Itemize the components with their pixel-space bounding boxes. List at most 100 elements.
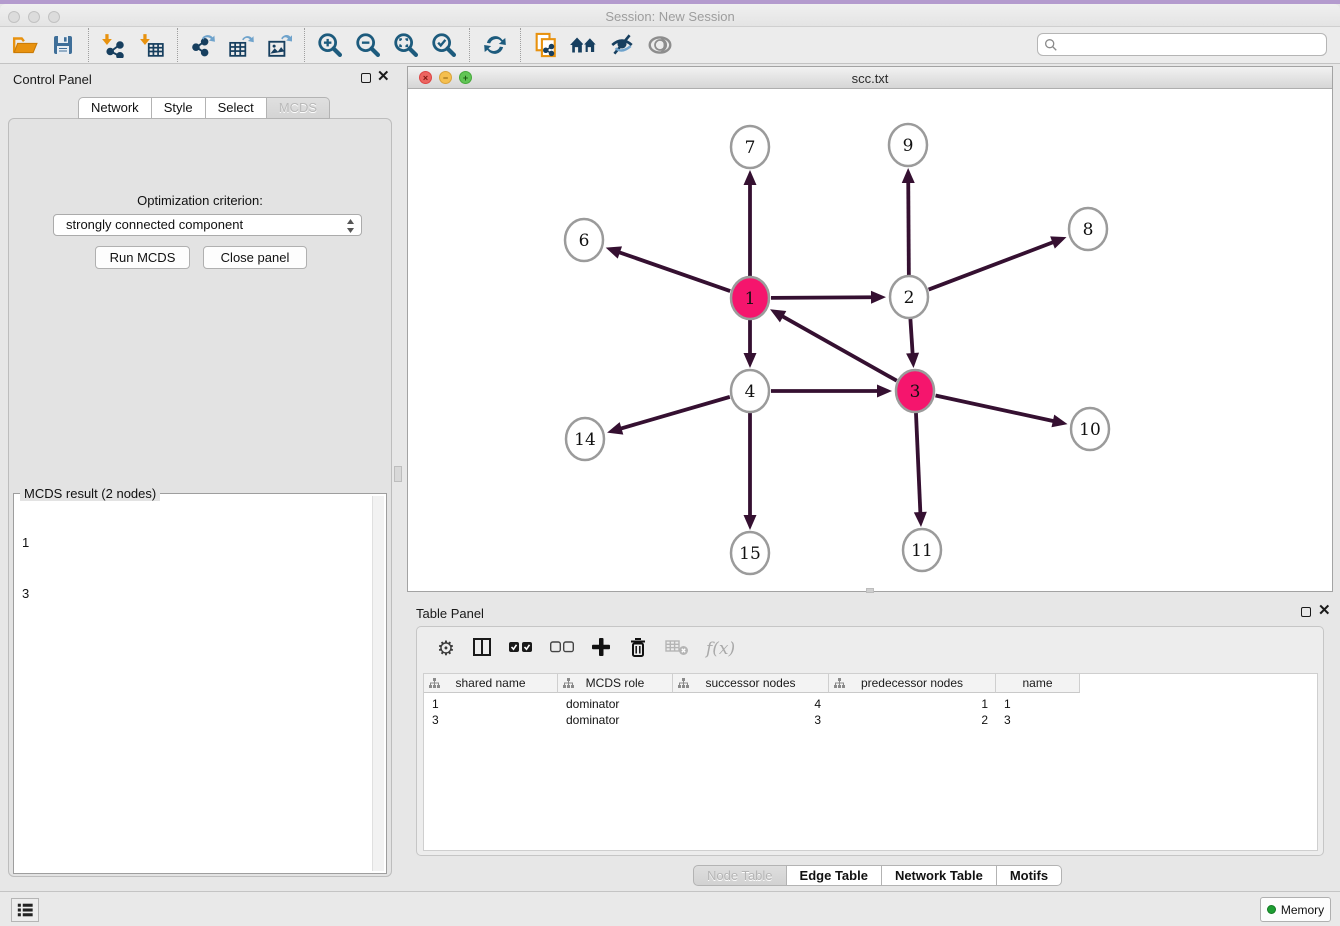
search-input[interactable]: [1058, 36, 1326, 54]
network-canvas[interactable]: 7 9 6 8 1 2 4 3 14 10 15 11: [408, 89, 1332, 591]
tab-node-table[interactable]: Node Table: [693, 865, 787, 886]
table-row[interactable]: 3 dominator 3 2 3: [424, 712, 1080, 728]
open-session-button[interactable]: [6, 29, 44, 61]
graph-edge-2-9[interactable]: [908, 181, 909, 276]
cell-successor-nodes[interactable]: 4: [673, 696, 829, 712]
float-table-panel-icon[interactable]: [1301, 607, 1311, 617]
column-type-icon: [678, 678, 689, 689]
cell-shared-name[interactable]: 3: [424, 712, 558, 728]
apply-function-button[interactable]: f(x): [706, 639, 735, 659]
column-header-successor-nodes[interactable]: successor nodes: [673, 674, 829, 693]
cell-mcds-role[interactable]: dominator: [558, 696, 673, 712]
export-image-button[interactable]: [260, 29, 298, 61]
tab-network-table[interactable]: Network Table: [882, 865, 997, 886]
criterion-dropdown[interactable]: strongly connected component: [53, 214, 362, 236]
graph-edge-1-6[interactable]: [618, 252, 730, 291]
graph-node-10[interactable]: 10: [1071, 408, 1109, 450]
refresh-layout-button[interactable]: [476, 29, 514, 61]
graph-node-1[interactable]: 1: [731, 277, 769, 319]
zoom-selected-button[interactable]: [425, 29, 463, 61]
cell-predecessor-nodes[interactable]: 2: [829, 712, 996, 728]
home-icon: [569, 32, 599, 58]
zoom-in-button[interactable]: [311, 29, 349, 61]
graph-node-11[interactable]: 11: [903, 529, 941, 571]
graph-edge-3-11[interactable]: [916, 412, 920, 514]
graph-node-2[interactable]: 2: [890, 276, 928, 318]
edge-arrowhead: [1050, 236, 1066, 248]
add-column-button[interactable]: [591, 637, 611, 662]
graph-node-3[interactable]: 3: [896, 370, 934, 412]
graph-node-6[interactable]: 6: [565, 219, 603, 261]
run-mcds-button[interactable]: Run MCDS: [95, 246, 190, 269]
graph-edge-2-8[interactable]: [929, 242, 1055, 290]
save-session-button[interactable]: [44, 29, 82, 61]
tab-mcds[interactable]: MCDS: [267, 97, 330, 119]
graph-edge-2-3[interactable]: [910, 318, 912, 355]
search-box[interactable]: [1037, 33, 1327, 56]
node-label: 3: [910, 382, 921, 402]
graph-node-14[interactable]: 14: [566, 418, 604, 460]
network-titlebar[interactable]: × − + scc.txt: [408, 67, 1332, 89]
control-panel-tabs: Network Style Select MCDS: [78, 97, 330, 119]
cell-name[interactable]: 3: [996, 712, 1080, 728]
tab-motifs[interactable]: Motifs: [997, 865, 1062, 886]
split-columns-button[interactable]: [472, 637, 492, 662]
plus-icon: [591, 637, 611, 657]
graph-node-4[interactable]: 4: [731, 370, 769, 412]
tab-select[interactable]: Select: [206, 97, 267, 119]
node-label: 9: [903, 136, 914, 156]
column-header-mcds-role[interactable]: MCDS role: [558, 674, 673, 693]
delete-columns-button[interactable]: [628, 636, 648, 663]
deselect-all-columns-button[interactable]: [550, 640, 574, 658]
column-header-predecessor-nodes[interactable]: predecessor nodes: [829, 674, 996, 693]
show-graphics-details-button[interactable]: [641, 29, 679, 61]
export-network-button[interactable]: [184, 29, 222, 61]
hide-graphics-details-button[interactable]: [603, 29, 641, 61]
status-bar: Memory: [0, 891, 1340, 926]
close-table-panel-icon[interactable]: ✕: [1318, 601, 1331, 619]
zoom-fit-button[interactable]: [387, 29, 425, 61]
panel-splitter-handle[interactable]: [394, 466, 402, 482]
node-label: 4: [745, 382, 756, 402]
result-scrollbar[interactable]: [372, 496, 384, 871]
table-row[interactable]: 1 dominator 4 1 1: [424, 696, 1080, 712]
export-table-button[interactable]: [222, 29, 260, 61]
network-overview-button[interactable]: [565, 29, 603, 61]
cell-mcds-role[interactable]: dominator: [558, 712, 673, 728]
memory-button[interactable]: Memory: [1260, 897, 1331, 922]
mcds-result-line: 1: [22, 534, 58, 551]
graph-node-9[interactable]: 9: [889, 124, 927, 166]
graph-node-7[interactable]: 7: [731, 126, 769, 168]
select-all-columns-button[interactable]: [509, 640, 533, 658]
graph-edge-4-14[interactable]: [620, 397, 730, 429]
close-panel-icon[interactable]: ✕: [377, 67, 390, 85]
table-settings-button[interactable]: ⚙: [437, 639, 455, 659]
duplicate-network-button[interactable]: [527, 29, 565, 61]
column-header-name[interactable]: name: [996, 674, 1080, 693]
graph-node-15[interactable]: 15: [731, 532, 769, 574]
zoom-out-button[interactable]: [349, 29, 387, 61]
window-resize-handle[interactable]: [866, 588, 874, 593]
tab-network[interactable]: Network: [78, 97, 152, 119]
delete-table-button[interactable]: [665, 638, 689, 661]
graph-node-8[interactable]: 8: [1069, 208, 1107, 250]
float-panel-icon[interactable]: [361, 73, 371, 83]
import-network-button[interactable]: [95, 29, 133, 61]
cell-name[interactable]: 1: [996, 696, 1080, 712]
table-panel: Table Panel ✕ ⚙: [407, 598, 1333, 888]
cell-shared-name[interactable]: 1: [424, 696, 558, 712]
import-table-button[interactable]: [133, 29, 171, 61]
table-panel-title: Table Panel: [416, 606, 484, 621]
column-type-icon: [563, 678, 574, 689]
graph-edge-3-1[interactable]: [781, 316, 896, 381]
toolbar-separator: [177, 28, 178, 62]
graph-edge-3-10[interactable]: [936, 395, 1055, 421]
cell-successor-nodes[interactable]: 3: [673, 712, 829, 728]
tab-edge-table[interactable]: Edge Table: [787, 865, 882, 886]
column-header-shared-name[interactable]: shared name: [424, 674, 558, 693]
task-history-button[interactable]: [11, 898, 39, 922]
close-panel-button[interactable]: Close panel: [203, 246, 307, 269]
graph-edge-1-2[interactable]: [771, 297, 873, 298]
cell-predecessor-nodes[interactable]: 1: [829, 696, 996, 712]
tab-style[interactable]: Style: [152, 97, 206, 119]
